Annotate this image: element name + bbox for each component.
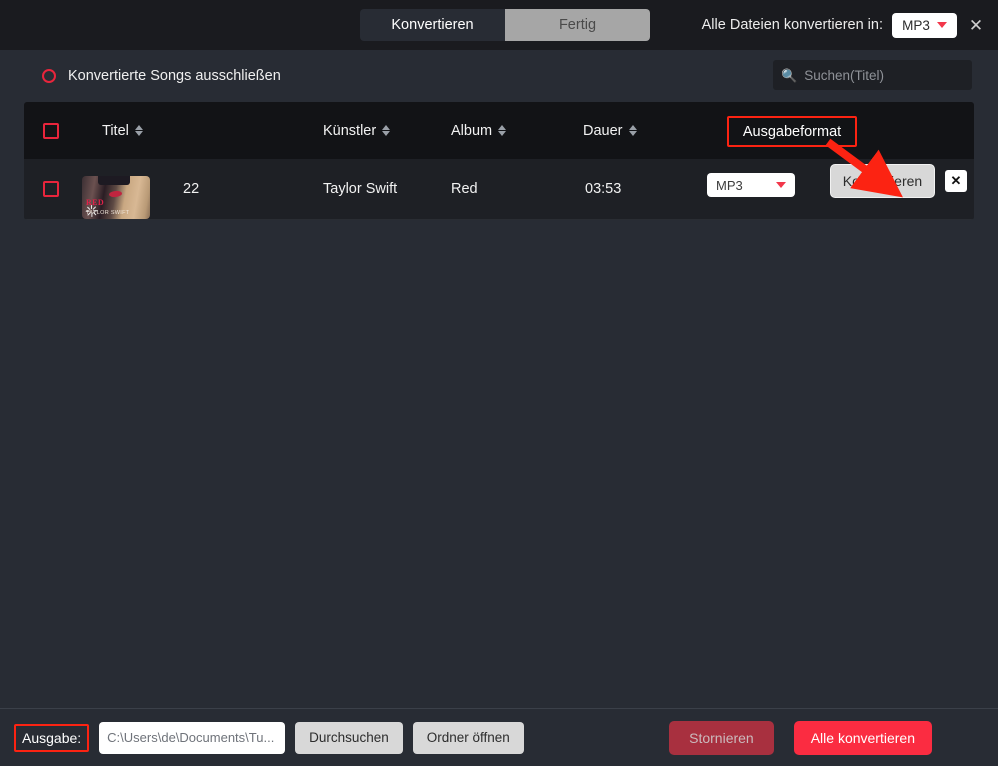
column-header-artist[interactable]: Künstler [323,122,391,139]
cell-artist: Taylor Swift [323,181,398,197]
search-placeholder: Suchen(Titel) [804,67,884,83]
album-artwork-hat [98,176,130,185]
search-icon: 🔍 [781,67,798,83]
exclude-converted-label: Konvertierte Songs ausschließen [68,68,281,84]
open-folder-button-label: Ordner öffnen [426,730,510,745]
table-header-row: Titel Künstler Album Dauer Ausgabeformat [24,102,974,159]
close-icon[interactable]: ✕ [966,17,986,34]
column-header-duration[interactable]: Dauer [583,123,637,139]
column-header-output-format-label: Ausgabeformat [742,123,842,140]
column-header-title[interactable]: Titel [102,123,143,139]
output-path-input[interactable]: C:\Users\de\Documents\Tu... [99,721,286,754]
global-format-dropdown[interactable]: MP3 [892,12,957,38]
bottom-bar: Ausgabe: C:\Users\de\Documents\Tu... Dur… [0,708,998,766]
tab-fertig[interactable]: Fertig [505,9,650,41]
column-header-artist-label: Künstler [323,122,377,139]
table-row[interactable]: 22 Taylor Swift Red 03:53 MP3 Konvertier… [24,159,974,220]
top-bar: Konvertieren Fertig Alle Dateien konvert… [0,0,998,50]
column-header-output-format[interactable]: Ausgabeformat [727,116,857,147]
row-format-value: MP3 [716,177,743,193]
output-label: Ausgabe: [14,723,90,752]
close-icon: ✕ [950,173,962,188]
cell-album: Red [451,181,478,197]
column-header-duration-label: Dauer [583,122,623,139]
songs-table: Titel Künstler Album Dauer Ausgabeformat [24,102,974,220]
tab-konvertieren[interactable]: Konvertieren [360,9,505,41]
output-label-text: Ausgabe: [22,729,82,746]
global-format-area: Alle Dateien konvertieren in: MP3 ✕ [702,0,986,50]
row-convert-button-label: Konvertieren [842,173,923,189]
column-header-title-label: Titel [102,122,129,139]
open-folder-button[interactable]: Ordner öffnen [412,721,524,754]
row-convert-button[interactable]: Konvertieren [830,164,935,198]
row-select-checkbox[interactable] [43,181,59,197]
select-all-checkbox[interactable] [43,122,59,139]
column-header-album-label: Album [451,122,493,139]
column-header-album[interactable]: Album [451,122,507,139]
exclude-converted-radio[interactable] [42,69,56,83]
chevron-down-icon [936,22,947,28]
sort-icon [382,124,391,137]
cell-duration: 03:53 [585,181,622,197]
convert-all-button-label: Alle konvertieren [810,729,915,746]
cancel-button-label: Stornieren [689,729,754,746]
output-path-value: C:\Users\de\Documents\Tu... [107,730,275,745]
global-format-value: MP3 [902,17,930,33]
tab-fertig-label: Fertig [558,17,597,33]
row-delete-button[interactable]: ✕ [945,170,967,192]
row-format-dropdown[interactable]: MP3 [707,173,795,197]
search-input[interactable]: 🔍 Suchen(Titel) [773,60,972,90]
tab-group: Konvertieren Fertig [360,9,650,41]
sort-icon [134,124,143,137]
convert-all-label: Alle Dateien konvertieren in: [701,17,883,33]
browse-button-label: Durchsuchen [309,730,389,745]
cell-title: 22 [183,181,200,197]
album-artwork: RED TAYLOR SWIFT [82,176,150,219]
browse-button[interactable]: Durchsuchen [295,721,403,754]
sort-icon [628,124,637,137]
cancel-button[interactable]: Stornieren [669,720,774,755]
tab-konvertieren-label: Konvertieren [391,17,474,33]
chevron-down-icon [776,182,786,188]
convert-all-button[interactable]: Alle konvertieren [793,720,932,755]
sort-icon [498,124,507,137]
loading-spinner-icon [85,204,99,218]
